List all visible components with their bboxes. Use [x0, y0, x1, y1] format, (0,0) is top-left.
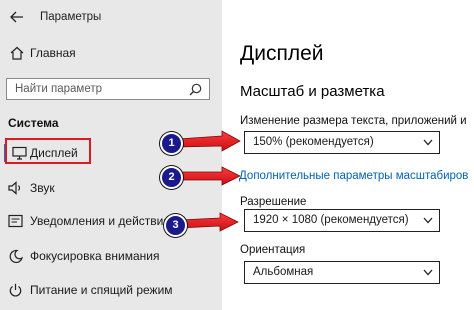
callout-badge-3: 3: [164, 214, 187, 237]
callout-badge-2: 2: [160, 166, 183, 189]
callout-arrow-1: [177, 130, 241, 152]
callout-arrow-3: [179, 212, 239, 232]
callout-arrow-2: [177, 166, 241, 186]
callout-badge-1: 1: [160, 132, 183, 155]
callout-arrows: [177, 130, 241, 232]
